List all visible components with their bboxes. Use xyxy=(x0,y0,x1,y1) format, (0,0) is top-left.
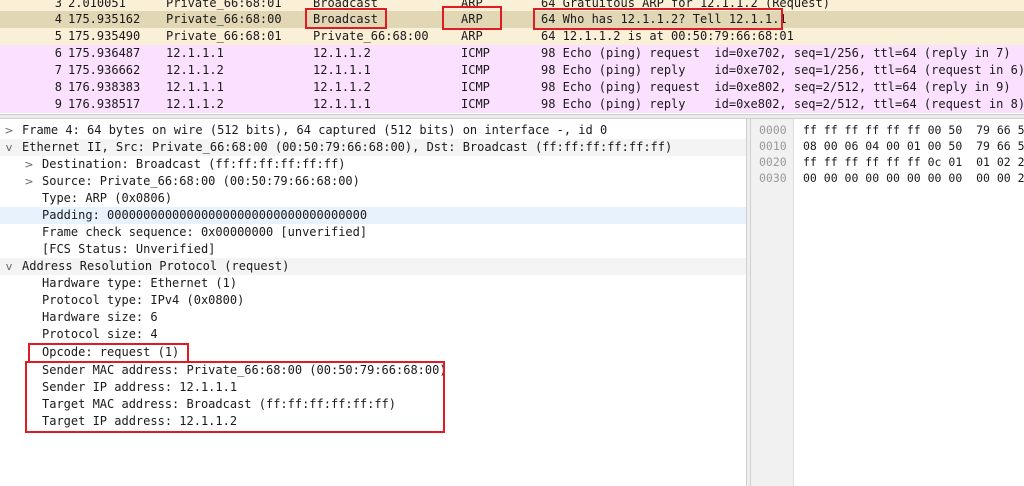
packet-destination: 12.1.1.2 xyxy=(313,46,371,60)
packet-row-4[interactable]: 4 175.935162 Private_66:68:00 Broadcast … xyxy=(0,11,1024,28)
packet-time: 175.936487 xyxy=(68,46,141,60)
tree-item-frame[interactable]: > Frame 4: 64 bytes on wire (512 bits), … xyxy=(0,122,746,139)
packet-info: 98 Echo (ping) request id=0xe702, seq=1/… xyxy=(541,46,1011,60)
packet-details-pane[interactable]: > Frame 4: 64 bytes on wire (512 bits), … xyxy=(0,119,746,486)
tree-item-fcs-status[interactable]: [FCS Status: Unverified] xyxy=(0,241,746,258)
packet-row-6[interactable]: 6 175.936487 12.1.1.1 12.1.1.2 ICMP 98 E… xyxy=(0,45,1024,62)
tree-item-arp[interactable]: v Address Resolution Protocol (request) xyxy=(0,258,746,275)
tree-item-label: Opcode: request (1) xyxy=(42,345,180,359)
packet-protocol: ICMP xyxy=(461,46,490,60)
chevron-down-icon[interactable]: v xyxy=(3,139,15,156)
packet-list[interactable]: 3 2.010051 Private_66:68:01 Broadcast AR… xyxy=(0,0,1024,114)
packet-number: 7 xyxy=(54,63,62,77)
packet-number: 6 xyxy=(54,46,62,60)
tree-item-target-mac[interactable]: Target MAC address: Broadcast (ff:ff:ff:… xyxy=(0,396,746,413)
tree-item-hardware-size[interactable]: Hardware size: 6 xyxy=(0,309,746,326)
tree-item-eth-type[interactable]: Type: ARP (0x0806) xyxy=(0,190,746,207)
packet-number: 9 xyxy=(54,97,62,111)
hex-bytes[interactable]: 00 00 00 00 00 00 00 00 00 00 2 xyxy=(803,170,1024,186)
tree-item-eth-source[interactable]: > Source: Private_66:68:00 (00:50:79:66:… xyxy=(0,173,746,190)
tree-item-label: Source: Private_66:68:00 (00:50:79:66:68… xyxy=(42,174,360,188)
tree-item-label: Sender MAC address: Private_66:68:00 (00… xyxy=(42,363,447,377)
tree-item-padding[interactable]: Padding: 0000000000000000000000000000000… xyxy=(0,207,746,224)
packet-time: 175.936662 xyxy=(68,63,141,77)
packet-source: 12.1.1.2 xyxy=(166,63,224,77)
packet-number: 4 xyxy=(54,12,62,26)
packet-bytes-pane[interactable]: 0000 ff ff ff ff ff ff 00 50 79 66 5 001… xyxy=(751,119,1024,486)
hex-row[interactable]: 0010 08 00 06 04 00 01 00 50 79 66 5 xyxy=(751,138,1024,154)
tree-item-label: Hardware type: Ethernet (1) xyxy=(42,276,238,290)
packet-destination: 12.1.1.2 xyxy=(313,80,371,94)
packet-info: 98 Echo (ping) reply id=0xe702, seq=1/25… xyxy=(541,63,1024,77)
chevron-right-icon[interactable]: > xyxy=(23,173,35,190)
tree-item-label: Sender IP address: 12.1.1.1 xyxy=(42,380,238,394)
tree-item-label: Destination: Broadcast (ff:ff:ff:ff:ff:f… xyxy=(42,157,346,171)
chevron-down-icon[interactable]: v xyxy=(3,258,15,275)
hex-bytes[interactable]: ff ff ff ff ff ff 00 50 79 66 5 xyxy=(803,122,1024,138)
packet-time: 176.938517 xyxy=(68,97,141,111)
packet-protocol: ARP xyxy=(461,12,483,26)
packet-destination: Private_66:68:00 xyxy=(313,29,429,43)
tree-item-label: Target MAC address: Broadcast (ff:ff:ff:… xyxy=(42,397,397,411)
packet-time: 176.938383 xyxy=(68,80,141,94)
tree-item-label: Frame check sequence: 0x00000000 [unveri… xyxy=(42,225,368,239)
tree-item-label: Protocol size: 4 xyxy=(42,327,158,341)
tree-item-label: Hardware size: 6 xyxy=(42,310,158,324)
packet-row-8[interactable]: 8 176.938383 12.1.1.1 12.1.1.2 ICMP 98 E… xyxy=(0,79,1024,96)
tree-item-eth-destination[interactable]: > Destination: Broadcast (ff:ff:ff:ff:ff… xyxy=(0,156,746,173)
packet-number: 5 xyxy=(54,29,62,43)
packet-source: Private_66:68:00 xyxy=(166,12,282,26)
packet-protocol: ARP xyxy=(461,29,483,43)
packet-row-5[interactable]: 5 175.935490 Private_66:68:01 Private_66… xyxy=(0,28,1024,45)
tree-item-sender-mac[interactable]: Sender MAC address: Private_66:68:00 (00… xyxy=(0,362,746,379)
tree-item-protocol-type[interactable]: Protocol type: IPv4 (0x0800) xyxy=(0,292,746,309)
tree-item-target-ip[interactable]: Target IP address: 12.1.1.2 xyxy=(0,413,746,430)
hex-bytes[interactable]: 08 00 06 04 00 01 00 50 79 66 5 xyxy=(803,138,1024,154)
hex-row[interactable]: 0000 ff ff ff ff ff ff 00 50 79 66 5 xyxy=(751,122,1024,138)
tree-item-fcs[interactable]: Frame check sequence: 0x00000000 [unveri… xyxy=(0,224,746,241)
packet-info: 64 Who has 12.1.1.2? Tell 12.1.1.1 xyxy=(541,12,787,26)
chevron-right-icon[interactable]: > xyxy=(23,156,35,173)
packet-info: 64 12.1.1.2 is at 00:50:79:66:68:01 xyxy=(541,29,794,43)
packet-info: 98 Echo (ping) reply id=0xe802, seq=2/51… xyxy=(541,97,1024,111)
packet-source: 12.1.1.1 xyxy=(166,46,224,60)
packet-time: 175.935490 xyxy=(68,29,141,43)
packet-time: 175.935162 xyxy=(68,12,141,26)
packet-info: 98 Echo (ping) request id=0xe802, seq=2/… xyxy=(541,80,1011,94)
tree-item-hardware-type[interactable]: Hardware type: Ethernet (1) xyxy=(0,275,746,292)
packet-destination: Broadcast xyxy=(313,12,379,26)
packet-source: 12.1.1.2 xyxy=(166,97,224,111)
hex-row[interactable]: 0020 ff ff ff ff ff ff 0c 01 01 02 2 xyxy=(751,154,1024,170)
wireshark-window: 3 2.010051 Private_66:68:01 Broadcast AR… xyxy=(0,0,1024,486)
packet-number: 8 xyxy=(54,80,62,94)
hex-offset: 0020 xyxy=(759,155,787,169)
packet-protocol: ICMP xyxy=(461,97,490,111)
tree-item-label: Ethernet II, Src: Private_66:68:00 (00:5… xyxy=(22,140,673,154)
hex-row[interactable]: 0030 00 00 00 00 00 00 00 00 00 00 2 xyxy=(751,170,1024,186)
tree-item-sender-ip[interactable]: Sender IP address: 12.1.1.1 xyxy=(0,379,746,396)
packet-protocol: ICMP xyxy=(461,63,490,77)
packet-protocol: ICMP xyxy=(461,80,490,94)
hex-offset: 0030 xyxy=(759,171,787,185)
tree-item-label: Frame 4: 64 bytes on wire (512 bits), 64… xyxy=(22,123,608,137)
tree-item-protocol-size[interactable]: Protocol size: 4 xyxy=(0,326,746,343)
chevron-right-icon[interactable]: > xyxy=(3,122,15,139)
hex-bytes[interactable]: ff ff ff ff ff ff 0c 01 01 02 2 xyxy=(803,154,1024,170)
tree-item-label: Type: ARP (0x0806) xyxy=(42,191,173,205)
packet-source: Private_66:68:01 xyxy=(166,29,282,43)
tree-item-opcode[interactable]: Opcode: request (1) xyxy=(0,344,746,361)
packet-destination: 12.1.1.1 xyxy=(313,63,371,77)
hex-offset: 0010 xyxy=(759,139,787,153)
packet-row-9[interactable]: 9 176.938517 12.1.1.2 12.1.1.1 ICMP 98 E… xyxy=(0,96,1024,113)
packet-row-7[interactable]: 7 175.936662 12.1.1.2 12.1.1.1 ICMP 98 E… xyxy=(0,62,1024,79)
tree-item-label: [FCS Status: Unverified] xyxy=(42,242,216,256)
tree-item-label: Protocol type: IPv4 (0x0800) xyxy=(42,293,245,307)
tree-item-label: Target IP address: 12.1.1.2 xyxy=(42,414,238,428)
hex-offset: 0000 xyxy=(759,123,787,137)
tree-item-ethernet[interactable]: v Ethernet II, Src: Private_66:68:00 (00… xyxy=(0,139,746,156)
tree-item-label: Padding: 0000000000000000000000000000000… xyxy=(42,208,368,222)
packet-source: 12.1.1.1 xyxy=(166,80,224,94)
tree-item-label: Address Resolution Protocol (request) xyxy=(22,259,290,273)
packet-destination: 12.1.1.1 xyxy=(313,97,371,111)
